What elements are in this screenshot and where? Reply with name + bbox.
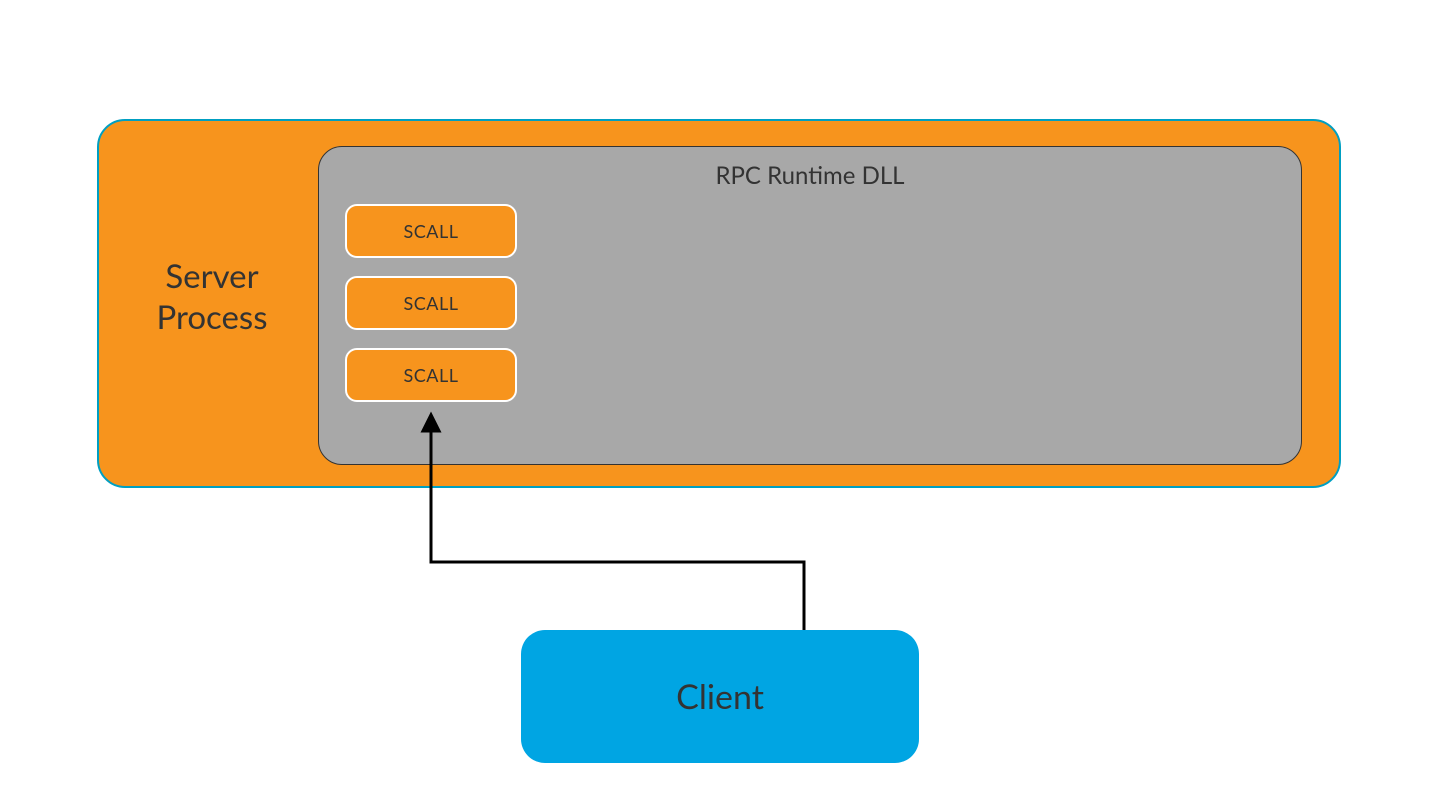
client-label: Client — [676, 676, 764, 717]
diagram-canvas: Server Process RPC Runtime DLL SCALL SCA… — [0, 0, 1440, 810]
scall-box: SCALL — [345, 204, 517, 258]
scall-box: SCALL — [345, 348, 517, 402]
scall-box: SCALL — [345, 276, 517, 330]
client-box: Client — [521, 630, 919, 763]
server-process-label: Server Process — [112, 256, 312, 339]
scall-label: SCALL — [404, 364, 459, 386]
rpc-runtime-label: RPC Runtime DLL — [318, 161, 1302, 190]
scall-label: SCALL — [404, 220, 459, 242]
scall-label: SCALL — [404, 292, 459, 314]
